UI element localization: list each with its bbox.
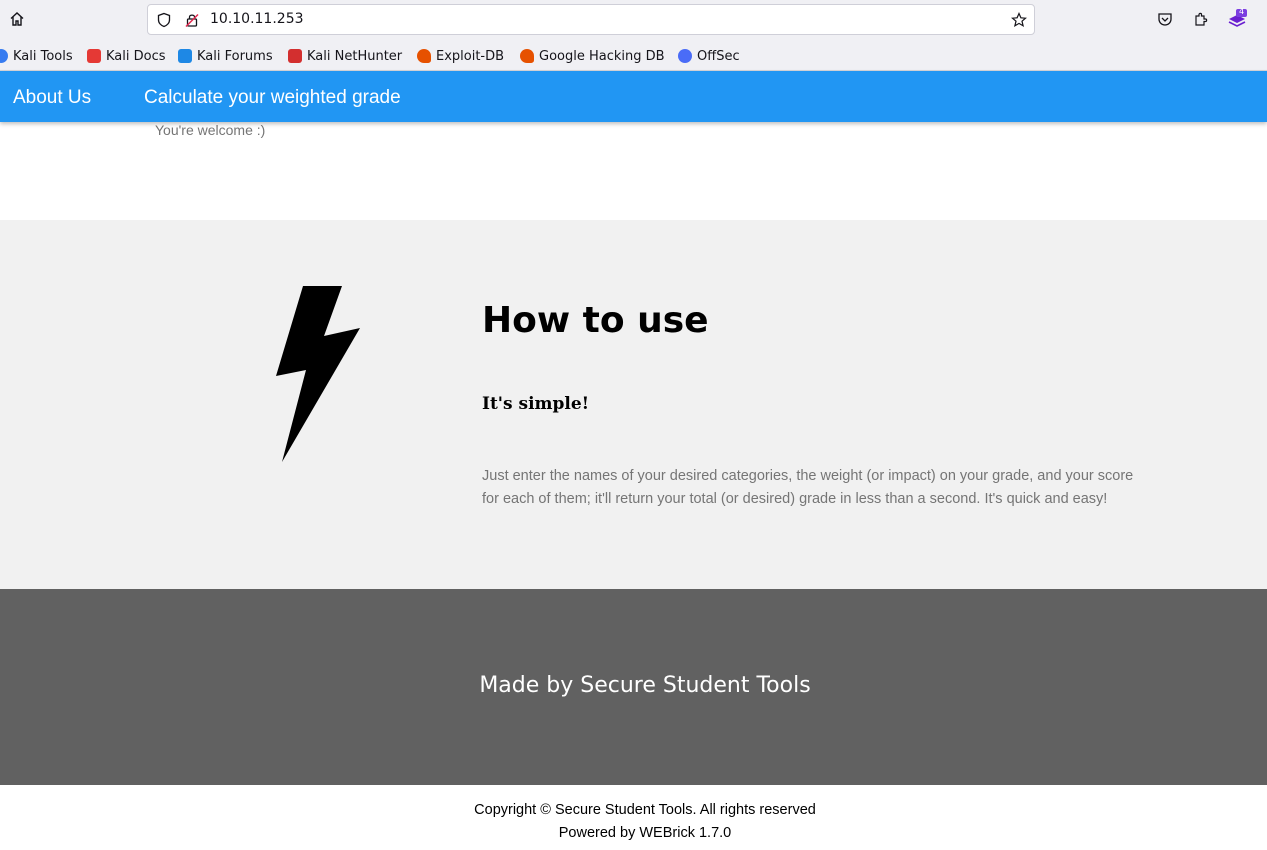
extension-stack-icon[interactable]: 4 xyxy=(1227,7,1247,29)
copyright-text: Copyright © Secure Student Tools. All ri… xyxy=(474,802,816,818)
powered-by-prefix: Powered by xyxy=(558,825,640,841)
insecure-lock-icon[interactable] xyxy=(182,10,202,30)
kali-forums-icon xyxy=(178,49,192,63)
extensions-puzzle-icon[interactable] xyxy=(1191,9,1211,29)
made-by-section: Made by Secure Student Tools xyxy=(0,589,1267,785)
exploit-db-icon xyxy=(417,49,431,63)
url-text[interactable]: 10.10.11.253 xyxy=(210,11,304,27)
bookmark-google-hacking-db[interactable]: Google Hacking DB xyxy=(520,47,665,65)
browser-toolbar: 10.10.11.253 4 xyxy=(0,0,1267,39)
nav-calculate-weighted-grade[interactable]: Calculate your weighted grade xyxy=(144,87,401,109)
lightning-bolt-icon xyxy=(276,286,360,462)
home-icon[interactable] xyxy=(7,9,27,29)
how-to-use-section: How to use It's simple! Just enter the n… xyxy=(0,220,1267,589)
kali-dragon-icon xyxy=(0,49,8,63)
url-bar[interactable]: 10.10.11.253 xyxy=(147,4,1035,35)
kali-nethunter-icon xyxy=(288,49,302,63)
extension-badge: 4 xyxy=(1239,7,1245,16)
bookmark-kali-forums[interactable]: Kali Forums xyxy=(178,47,273,65)
shield-icon[interactable] xyxy=(154,10,174,30)
bookmark-kali-nethunter[interactable]: Kali NetHunter xyxy=(288,47,402,65)
bookmarks-bar: Kali Tools Kali Docs Kali Forums Kali Ne… xyxy=(0,39,1267,71)
how-to-use-description: Just enter the names of your desired cat… xyxy=(482,468,1134,507)
how-to-use-subtitle: It's simple! xyxy=(482,394,590,414)
pocket-icon[interactable] xyxy=(1155,9,1175,29)
bookmark-kali-docs[interactable]: Kali Docs xyxy=(87,47,166,65)
made-by-text: Made by Secure Student Tools xyxy=(479,673,811,698)
webrick-link[interactable]: WEBrick 1.7.0 xyxy=(639,825,731,841)
bookmark-offsec[interactable]: OffSec xyxy=(678,47,740,65)
site-nav-bar: About Us Calculate your weighted grade xyxy=(0,71,1267,122)
bookmark-exploit-db[interactable]: Exploit-DB xyxy=(417,47,504,65)
welcome-text: You're welcome :) xyxy=(155,122,266,138)
powered-by: Powered by WEBrick 1.7.0 xyxy=(0,825,1267,841)
bookmark-star-icon[interactable] xyxy=(1009,10,1029,30)
how-to-use-title: How to use xyxy=(482,300,709,341)
nav-about-us[interactable]: About Us xyxy=(13,87,91,109)
footer: Copyright © Secure Student Tools. All ri… xyxy=(0,785,1267,850)
google-hacking-db-icon xyxy=(520,49,534,63)
bookmark-kali-tools[interactable]: Kali Tools xyxy=(0,47,73,65)
offsec-icon xyxy=(678,49,692,63)
kali-docs-icon xyxy=(87,49,101,63)
